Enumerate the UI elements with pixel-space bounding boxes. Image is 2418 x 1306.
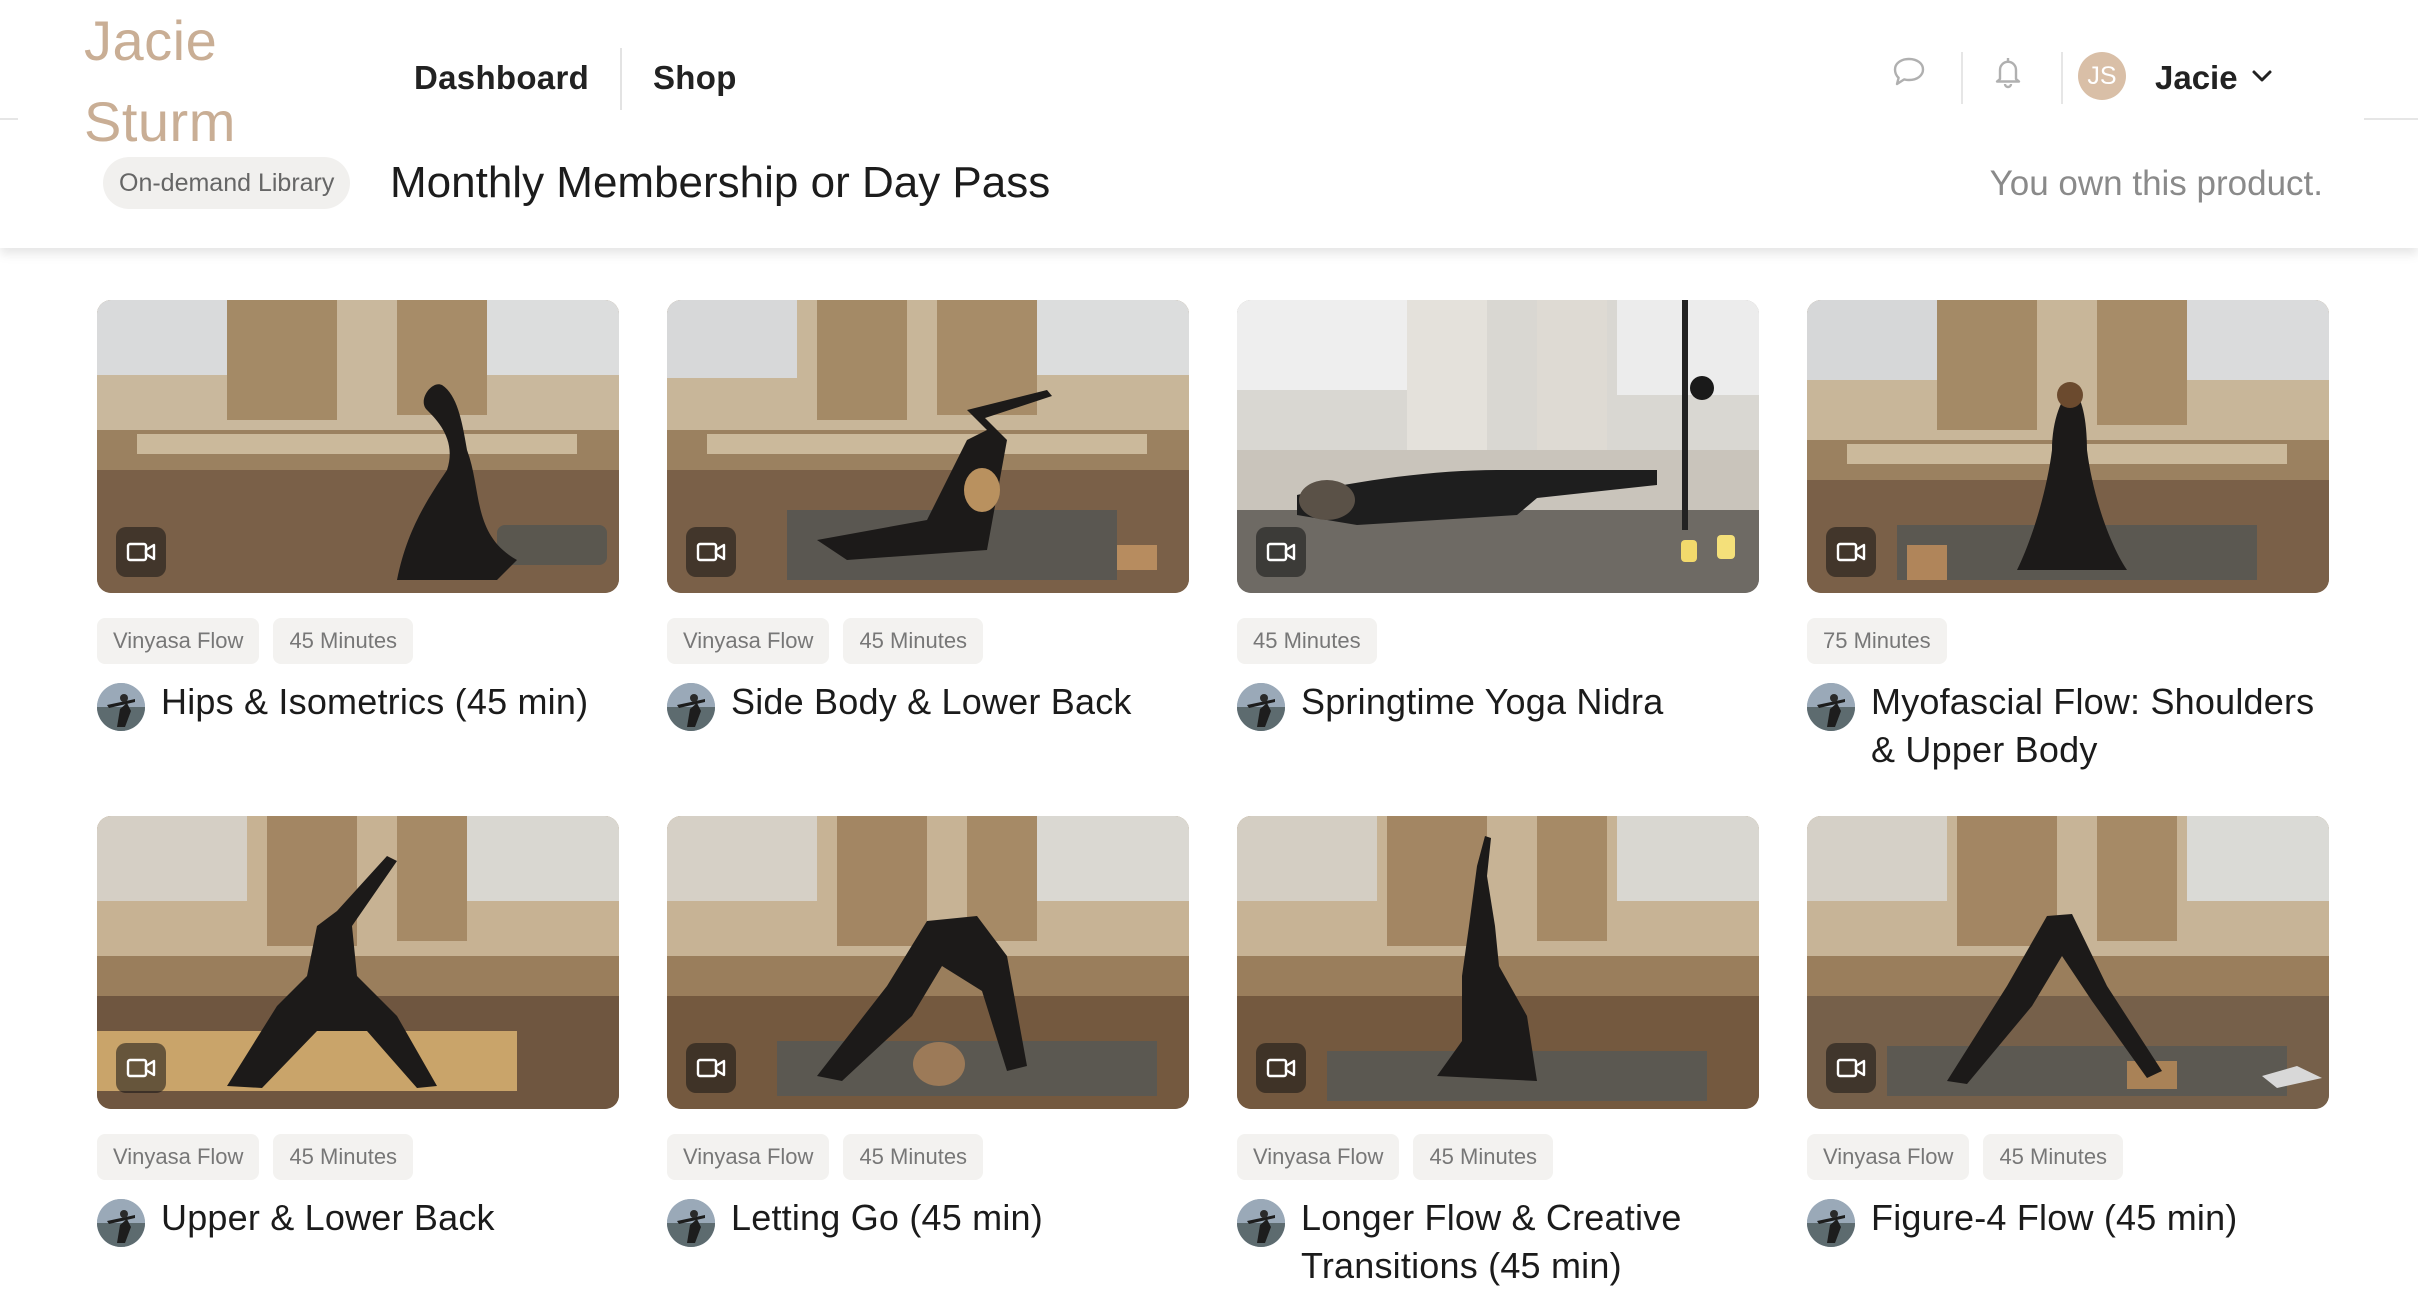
video-thumbnail[interactable] [1807, 816, 2329, 1109]
nav-divider [620, 48, 622, 110]
tag-pill: 45 Minutes [1983, 1134, 2124, 1180]
bell-icon[interactable] [1988, 52, 2028, 96]
video-thumbnail[interactable] [1237, 300, 1759, 593]
video-title[interactable]: Letting Go (45 min) [731, 1194, 1189, 1242]
tag-pill: Vinyasa Flow [1807, 1134, 1970, 1180]
instructor-avatar [1807, 1199, 1855, 1247]
video-camera-icon [1826, 527, 1876, 577]
video-thumbnail[interactable] [97, 816, 619, 1109]
nav-dashboard[interactable]: Dashboard [414, 56, 589, 100]
tag-pill: Vinyasa Flow [667, 1134, 830, 1180]
tag-pill: Vinyasa Flow [97, 1134, 260, 1180]
header-icon-divider [1961, 52, 1963, 104]
brand-logo[interactable]: Jacie Sturm [84, 0, 284, 162]
video-thumbnail[interactable] [97, 300, 619, 593]
ownership-status: You own this product. [1989, 164, 2323, 203]
tag-pill: 45 Minutes [273, 1134, 414, 1180]
product-title: Monthly Membership or Day Pass [390, 158, 1051, 207]
header-rule-right [2364, 118, 2418, 120]
tag-pill: 45 Minutes [843, 618, 984, 664]
video-title[interactable]: Upper & Lower Back [161, 1194, 619, 1242]
header-icon-divider [2061, 52, 2063, 104]
chevron-down-icon[interactable] [2250, 64, 2274, 88]
user-avatar[interactable]: JS [2078, 52, 2126, 100]
video-tags: Vinyasa Flow 45 Minutes [1237, 1134, 1554, 1180]
instructor-avatar [667, 1199, 715, 1247]
video-thumbnail[interactable] [667, 816, 1189, 1109]
nav-shop[interactable]: Shop [653, 56, 737, 100]
instructor-avatar [1237, 1199, 1285, 1247]
video-thumbnail[interactable] [1807, 300, 2329, 593]
video-thumbnail[interactable] [1237, 816, 1759, 1109]
tag-pill: 45 Minutes [843, 1134, 984, 1180]
header-rule-left [0, 118, 18, 120]
video-tags: 75 Minutes [1807, 618, 1947, 664]
user-menu-name[interactable]: Jacie [2155, 56, 2238, 100]
video-camera-icon [116, 527, 166, 577]
video-thumbnail[interactable] [667, 300, 1189, 593]
video-tags: Vinyasa Flow 45 Minutes [1807, 1134, 2124, 1180]
tag-pill: 45 Minutes [273, 618, 414, 664]
video-tags: 45 Minutes [1237, 618, 1377, 664]
instructor-avatar [1237, 683, 1285, 731]
video-camera-icon [1256, 527, 1306, 577]
tag-pill: Vinyasa Flow [1237, 1134, 1400, 1180]
top-header: Jacie Sturm Dashboard Shop JS Jacie On-d… [0, 0, 2418, 248]
video-tags: Vinyasa Flow 45 Minutes [667, 1134, 984, 1180]
video-title[interactable]: Longer Flow & Creative Transitions (45 m… [1301, 1194, 1759, 1290]
brand-line-2: Sturm [84, 90, 236, 153]
video-title[interactable]: Hips & Isometrics (45 min) [161, 678, 619, 726]
instructor-avatar [1807, 683, 1855, 731]
instructor-avatar [97, 683, 145, 731]
video-title[interactable]: Side Body & Lower Back [731, 678, 1189, 726]
video-title[interactable]: Myofascial Flow: Shoulders & Upper Body [1871, 678, 2329, 774]
video-camera-icon [116, 1043, 166, 1093]
tag-pill: 45 Minutes [1237, 618, 1377, 664]
video-tags: Vinyasa Flow 45 Minutes [97, 1134, 414, 1180]
tag-pill: Vinyasa Flow [667, 618, 830, 664]
video-camera-icon [1826, 1043, 1876, 1093]
tag-pill: 45 Minutes [1413, 1134, 1554, 1180]
tag-pill: Vinyasa Flow [97, 618, 260, 664]
instructor-avatar [97, 1199, 145, 1247]
video-tags: Vinyasa Flow 45 Minutes [97, 618, 414, 664]
instructor-avatar [667, 683, 715, 731]
chat-bubble-icon[interactable] [1889, 52, 1929, 96]
video-camera-icon [686, 1043, 736, 1093]
brand-line-1: Jacie [84, 9, 218, 72]
product-category-badge: On-demand Library [103, 157, 351, 209]
video-camera-icon [686, 527, 736, 577]
video-tags: Vinyasa Flow 45 Minutes [667, 618, 984, 664]
tag-pill: 75 Minutes [1807, 618, 1947, 664]
video-camera-icon [1256, 1043, 1306, 1093]
video-title[interactable]: Figure-4 Flow (45 min) [1871, 1194, 2329, 1242]
video-title[interactable]: Springtime Yoga Nidra [1301, 678, 1759, 726]
